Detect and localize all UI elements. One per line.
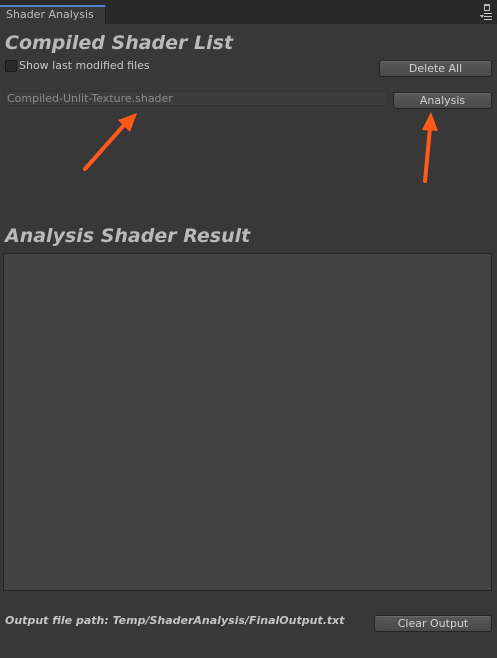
menu-icon[interactable] — [480, 13, 492, 21]
delete-all-button[interactable]: Delete All — [379, 60, 492, 77]
arrow-to-analysis-button — [422, 112, 438, 183]
analysis-button[interactable]: Analysis — [393, 92, 492, 109]
window-controls — [478, 2, 492, 22]
tab-strip: Shader Analysis — [0, 0, 497, 24]
shader-list-item[interactable]: Compiled-Unlit-Texture.shader — [5, 91, 388, 106]
maximize-icon[interactable] — [484, 4, 490, 11]
show-modified-checkbox[interactable] — [5, 60, 17, 72]
analysis-result-output[interactable] — [3, 253, 492, 591]
compiled-shader-list-heading: Compiled Shader List — [5, 32, 234, 54]
output-file-path: Output file path: Temp/ShaderAnalysis/Fi… — [5, 614, 345, 627]
show-modified-toggle[interactable]: Show last modified files — [5, 59, 150, 73]
shader-analysis-window: Shader Analysis Compiled Shader List Sho… — [0, 0, 497, 658]
tab-shader-analysis[interactable]: Shader Analysis — [0, 5, 106, 24]
analysis-result-heading: Analysis Shader Result — [5, 225, 251, 247]
show-modified-label: Show last modified files — [19, 59, 150, 72]
arrow-to-shader-item — [83, 113, 137, 171]
clear-output-button[interactable]: Clear Output — [374, 615, 492, 632]
